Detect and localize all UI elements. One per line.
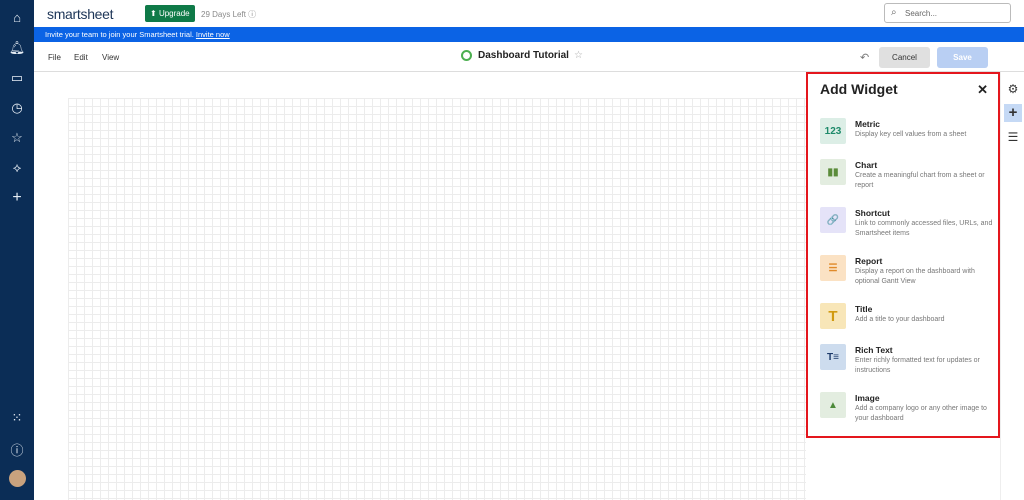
banner-text: Invite your team to join your Smartsheet… (45, 30, 194, 39)
trial-text: 29 Days Left (201, 10, 246, 19)
cancel-button[interactable]: Cancel (879, 47, 930, 68)
trial-days-left: 29 Days Left ⓘ (201, 9, 256, 20)
filter-sliders-icon[interactable]: ☰ (1004, 128, 1022, 146)
canvas-grid[interactable] (68, 98, 806, 500)
widget-name: Rich Text (855, 345, 893, 355)
apps-icon[interactable]: ⁙ (0, 410, 34, 426)
widget-desc: Display a report on the dashboard with o… (855, 268, 975, 285)
star-icon[interactable]: ☆ (0, 130, 34, 146)
upgrade-button[interactable]: ⬆︎ Upgrade (145, 5, 195, 22)
search-icon: ⌕ (891, 7, 897, 18)
search-placeholder: Search... (905, 9, 938, 18)
left-sidebar: ⌂ 🔔︎ ▭ ◷ ☆ ⟡ + ⁙ ⓘ (0, 0, 34, 500)
info-icon[interactable]: ⓘ (248, 10, 256, 19)
metric-icon: 123 (820, 118, 846, 144)
link-icon: 🔗 (820, 207, 846, 233)
folder-icon[interactable]: ▭ (0, 70, 34, 86)
widget-name: Metric (855, 119, 881, 129)
top-header: smartsheet ⬆︎ Upgrade 29 Days Left ⓘ ⌕ Se… (34, 0, 1024, 27)
menu-view[interactable]: View (102, 53, 119, 62)
avatar[interactable] (0, 470, 34, 490)
clock-icon[interactable]: ◷ (0, 100, 34, 116)
solutions-icon[interactable]: ⟡ (0, 160, 34, 176)
upgrade-icon: ⬆︎ (150, 9, 159, 18)
chart-icon: ▮▮ (820, 159, 846, 185)
close-icon[interactable]: ✕ (977, 82, 988, 98)
search-input[interactable]: ⌕ Search... (884, 3, 1011, 23)
toolbar: File Edit View Dashboard Tutorial☆ ↶ ↷ (34, 42, 1024, 72)
dashboard-title-text: Dashboard Tutorial (478, 50, 569, 62)
upgrade-label: Upgrade (158, 9, 190, 18)
plus-icon[interactable]: + (0, 189, 34, 207)
widget-desc: Display key cell values from a sheet (855, 131, 967, 138)
home-icon[interactable]: ⌂ (0, 10, 34, 25)
widget-desc: Add a company logo or any other image to… (855, 405, 987, 422)
logo: smartsheet (47, 6, 114, 22)
widget-name: Chart (855, 160, 878, 170)
widget-desc: Link to commonly accessed files, URLs, a… (855, 220, 993, 237)
add-widget-panel: Add Widget ✕ 123 Metric Display key cell v… (806, 72, 1000, 438)
save-button[interactable]: Save (937, 47, 988, 68)
settings-gear-icon[interactable]: ⚙ (1004, 80, 1022, 98)
favorite-star-icon[interactable]: ☆ (574, 50, 583, 61)
dashboard-canvas (34, 72, 806, 500)
widget-name: Title (855, 304, 873, 314)
image-icon: ▲ (820, 392, 846, 418)
help-icon[interactable]: ⓘ (0, 440, 34, 459)
bell-icon[interactable]: 🔔︎ (0, 40, 34, 56)
panel-title: Add Widget (820, 81, 898, 97)
widget-name: Report (855, 256, 883, 266)
rich-text-icon: T≡ (820, 344, 846, 370)
invite-banner: Invite your team to join your Smartsheet… (34, 27, 1024, 42)
undo-icon[interactable]: ↶ (860, 51, 869, 64)
menu-edit[interactable]: Edit (74, 53, 88, 62)
add-widget-plus-icon[interactable]: + (1004, 104, 1022, 122)
widget-name: Image (855, 393, 880, 403)
menu-file[interactable]: File (48, 53, 61, 62)
widget-desc: Create a meaningful chart from a sheet o… (855, 172, 985, 189)
widget-desc: Enter richly formatted text for updates … (855, 357, 980, 374)
right-rail: ⚙ + ☰ (1000, 72, 1024, 500)
widget-desc: Add a title to your dashboard (855, 316, 945, 323)
report-icon: ☰ (820, 255, 846, 281)
widget-name: Shortcut (855, 208, 890, 218)
dashboard-icon (461, 50, 472, 61)
dashboard-title: Dashboard Tutorial ☆ (461, 50, 583, 61)
title-icon: T (820, 303, 846, 329)
invite-now-link[interactable]: Invite now (196, 30, 230, 39)
